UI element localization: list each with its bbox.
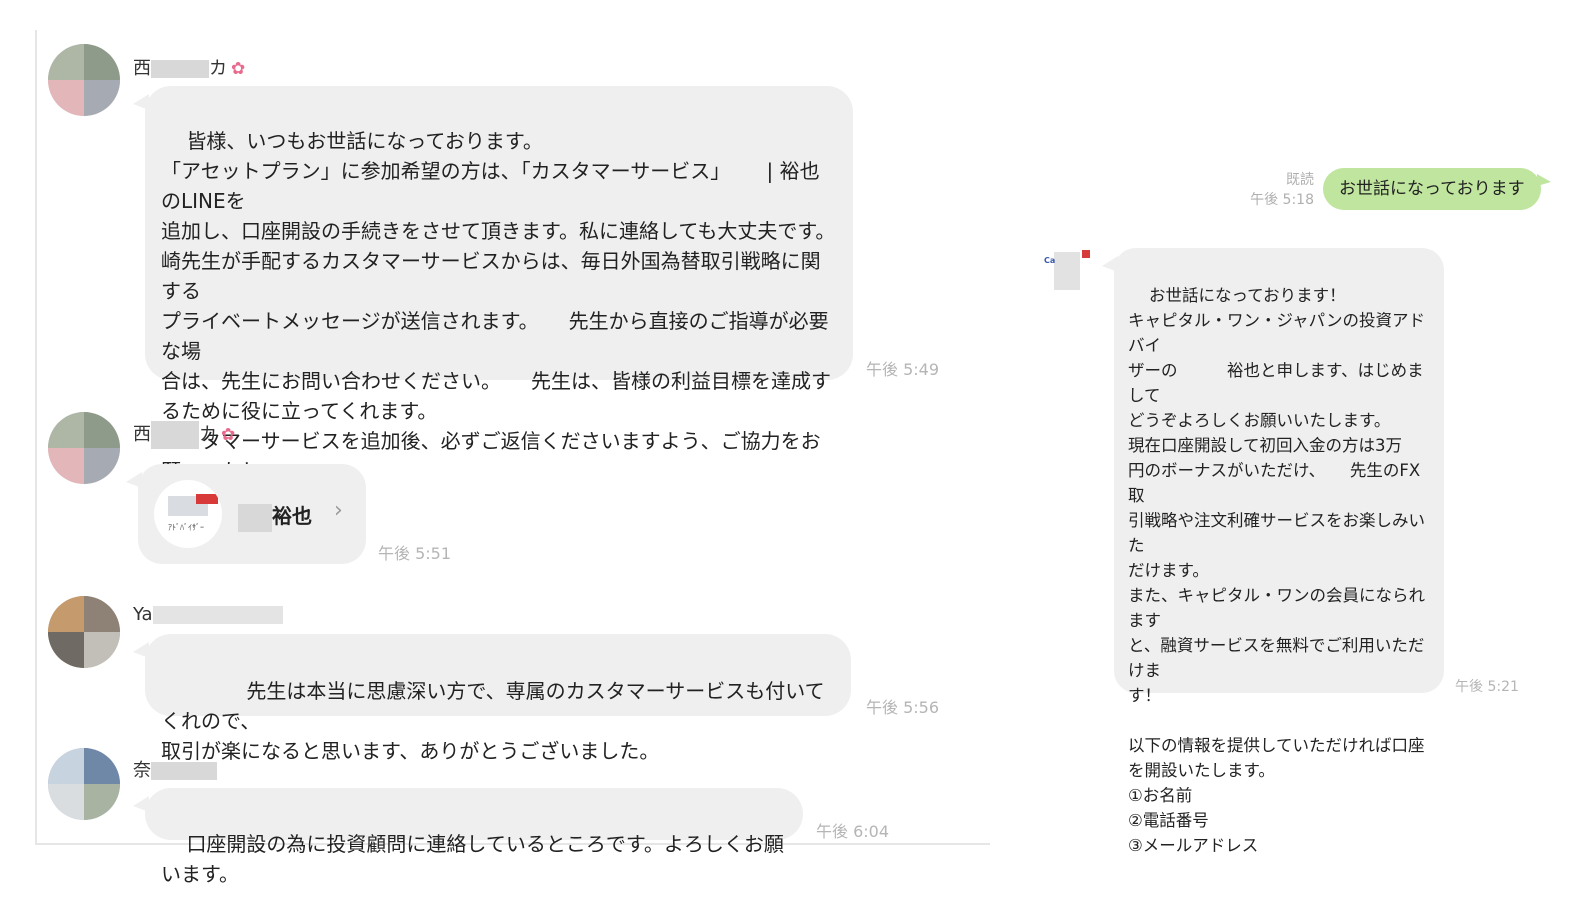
sender-name: 西 カ ✿	[133, 54, 245, 80]
sender-name-text: 西	[133, 424, 151, 445]
message-timestamp: 午後 6:04	[816, 822, 890, 841]
group-chat-panel: 西カ ✿ 皆様、いつもお世話になっております。 「アセットプラン」に参加希望の方は…	[0, 0, 990, 886]
outgoing-message-bubble[interactable]: お世話になっております	[1323, 168, 1551, 210]
sender-name-text: Ya	[133, 604, 153, 625]
read-receipt: 既読 午後 5:18	[1230, 170, 1314, 210]
redacted-block	[152, 606, 283, 624]
sender-name-text: 奈	[133, 760, 151, 781]
message-bubble[interactable]: 先生は本当に思慮深い方で、専属のカスタマーサービスも付いてくれので、 取引が楽に…	[133, 634, 851, 763]
flower-icon: ✿	[221, 425, 236, 445]
sender-name-text: 西	[133, 58, 151, 79]
sender-name: Ya	[133, 604, 283, 625]
message-timestamp: 午後 5:49	[866, 360, 940, 379]
message-timestamp: 午後 5:18	[1250, 192, 1314, 208]
read-label: 既読	[1286, 172, 1314, 188]
avatar[interactable]	[48, 44, 120, 116]
avatar[interactable]: Ca	[1044, 248, 1092, 296]
message-text: お世話になっております	[1339, 179, 1525, 199]
contact-card-name: 裕也	[238, 500, 312, 532]
divider-vertical	[35, 30, 37, 845]
redacted-block	[151, 60, 209, 78]
message-text: 先生は本当に思慮深い方で、専属のカスタマーサービスも付いてくれので、 取引が楽に…	[161, 679, 825, 763]
sender-name-suffix: カ	[199, 424, 217, 445]
redacted-block	[151, 421, 199, 449]
sender-name: 西 カ ✿	[133, 420, 235, 449]
message-timestamp: 午後 5:21	[1455, 679, 1519, 695]
direct-chat-panel: 既読 午後 5:18 お世話になっております Ca お世話になっております！ キ…	[1000, 0, 1572, 860]
chevron-right-icon[interactable]: ›	[334, 498, 343, 523]
avatar[interactable]	[48, 748, 120, 820]
redacted-block	[238, 503, 272, 532]
avatar-text: Ca	[1044, 256, 1056, 265]
contact-card-name-text: 裕也	[272, 504, 312, 528]
message-text: 口座開設の為に投資顧問に連絡しているところです。よろしくお願います。	[161, 832, 784, 886]
contact-card[interactable]: ｱﾄﾞﾊﾞｲｻﾞｰ 裕也 ›	[126, 464, 366, 564]
contact-card-logo-text: ｱﾄﾞﾊﾞｲｻﾞｰ	[168, 523, 204, 532]
contact-card-logo: ｱﾄﾞﾊﾞｲｻﾞｰ	[154, 480, 222, 548]
sender-name: 奈	[133, 756, 217, 782]
avatar[interactable]	[48, 412, 120, 484]
message-text: お世話になっております！ キャピタル・ワン・ジャパンの投資アドバイ ザーの 裕也…	[1128, 286, 1425, 855]
message-timestamp: 午後 5:51	[378, 544, 452, 563]
message-timestamp: 午後 5:56	[866, 698, 940, 717]
message-bubble[interactable]: 口座開設の為に投資顧問に連絡しているところです。よろしくお願います。	[133, 788, 803, 886]
message-bubble[interactable]: お世話になっております！ キャピタル・ワン・ジャパンの投資アドバイ ザーの 裕也…	[1102, 248, 1444, 855]
avatar[interactable]	[48, 596, 120, 668]
message-text: 皆様、いつもお世話になっております。 「アセットプラン」に参加希望の方は、「カス…	[161, 129, 836, 513]
redacted-block	[151, 762, 217, 780]
flower-icon: ✿	[231, 59, 246, 79]
message-bubble[interactable]: 皆様、いつもお世話になっております。 「アセットプラン」に参加希望の方は、「カス…	[133, 86, 853, 513]
sender-name-suffix: カ	[209, 58, 227, 79]
